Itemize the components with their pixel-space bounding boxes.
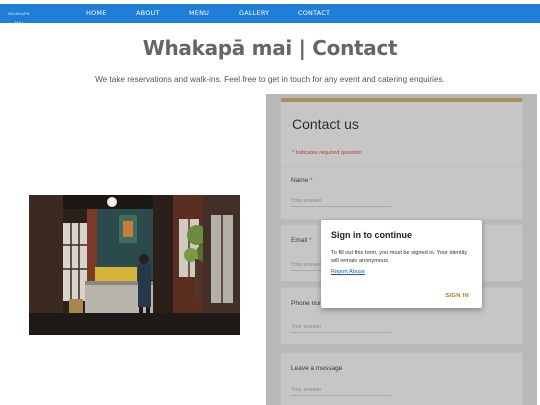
site-logo[interactable]: WHAKAPA MAI	[6, 9, 32, 25]
dialog-title: Sign in to continue	[331, 230, 412, 240]
nav-gallery[interactable]: GALLERY	[239, 4, 269, 23]
question-label: Name *	[291, 177, 313, 184]
nav-home[interactable]: HOME	[86, 4, 107, 23]
nav-menu[interactable]: MENU	[189, 4, 209, 23]
phone-input[interactable]: Your answer	[291, 324, 391, 333]
name-label: Name	[291, 177, 309, 184]
nav-about[interactable]: ABOUT	[136, 4, 160, 23]
question-label: Leave a message	[291, 365, 342, 372]
dialog-body: To fill out this form, you must be signe…	[331, 250, 468, 264]
required-note: * Indicates required question	[292, 150, 362, 156]
required-star: *	[309, 237, 312, 244]
sign-in-dialog: Sign in to continue To fill out this for…	[321, 220, 482, 308]
message-input[interactable]: Your answer	[291, 387, 391, 396]
question-name: Name * Your answer	[280, 166, 523, 220]
cafe-interior-photo	[29, 195, 240, 335]
question-label: Email *	[291, 237, 312, 244]
nav-contact[interactable]: CONTACT	[298, 4, 330, 23]
page-title: Whakapā mai | Contact	[142, 36, 398, 60]
email-label: Email	[291, 237, 308, 244]
sign-in-button[interactable]: SIGN IN	[445, 293, 469, 299]
message-label: Leave a message	[291, 365, 343, 372]
name-input[interactable]: Your answer	[291, 198, 391, 207]
report-abuse-link[interactable]: Report Abuse	[331, 269, 365, 275]
top-nav: WHAKAPA MAI HOME ABOUT MENU GALLERY CONT…	[0, 4, 540, 25]
form-title: Contact us	[292, 116, 359, 132]
page-subtitle: We take reservations and walk-ins. Feel …	[95, 75, 445, 84]
required-star: *	[310, 177, 313, 184]
question-message: Leave a message Your answer	[280, 352, 523, 405]
form-header-card: Contact us * Indicates required question	[280, 98, 523, 167]
